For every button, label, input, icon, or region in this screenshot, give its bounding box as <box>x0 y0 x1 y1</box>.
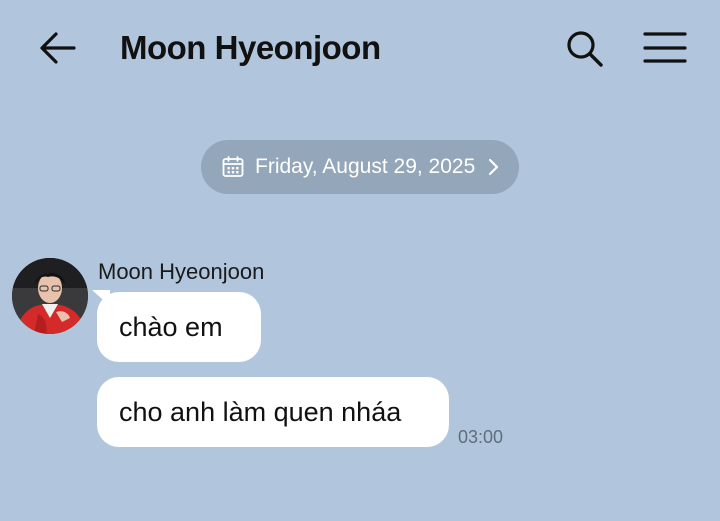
chat-header: Moon Hyeonjoon <box>0 0 720 96</box>
chat-title: Moon Hyeonjoon <box>120 29 381 66</box>
calendar-icon <box>222 156 244 177</box>
search-button[interactable] <box>562 26 606 70</box>
message-text: cho anh làm quen nháa <box>119 397 402 427</box>
menu-button[interactable] <box>640 26 690 70</box>
message-bubble[interactable]: chào em <box>97 292 261 362</box>
search-icon <box>567 31 603 67</box>
back-button[interactable] <box>36 26 80 70</box>
date-label: Friday, August 29, 2025 <box>255 155 476 178</box>
message-bubble[interactable]: cho anh làm quen nháa <box>97 377 449 447</box>
message-text: chào em <box>119 312 223 342</box>
avatar[interactable] <box>12 258 88 334</box>
chevron-right-icon <box>489 158 499 176</box>
arrow-left-icon <box>40 32 76 64</box>
message-timestamp: 03:00 <box>458 427 504 447</box>
date-divider[interactable]: Friday, August 29, 2025 <box>201 140 519 194</box>
sender-name: Moon Hyeonjoon <box>98 259 265 284</box>
hamburger-menu-icon <box>643 32 687 63</box>
profile-photo <box>12 258 88 334</box>
